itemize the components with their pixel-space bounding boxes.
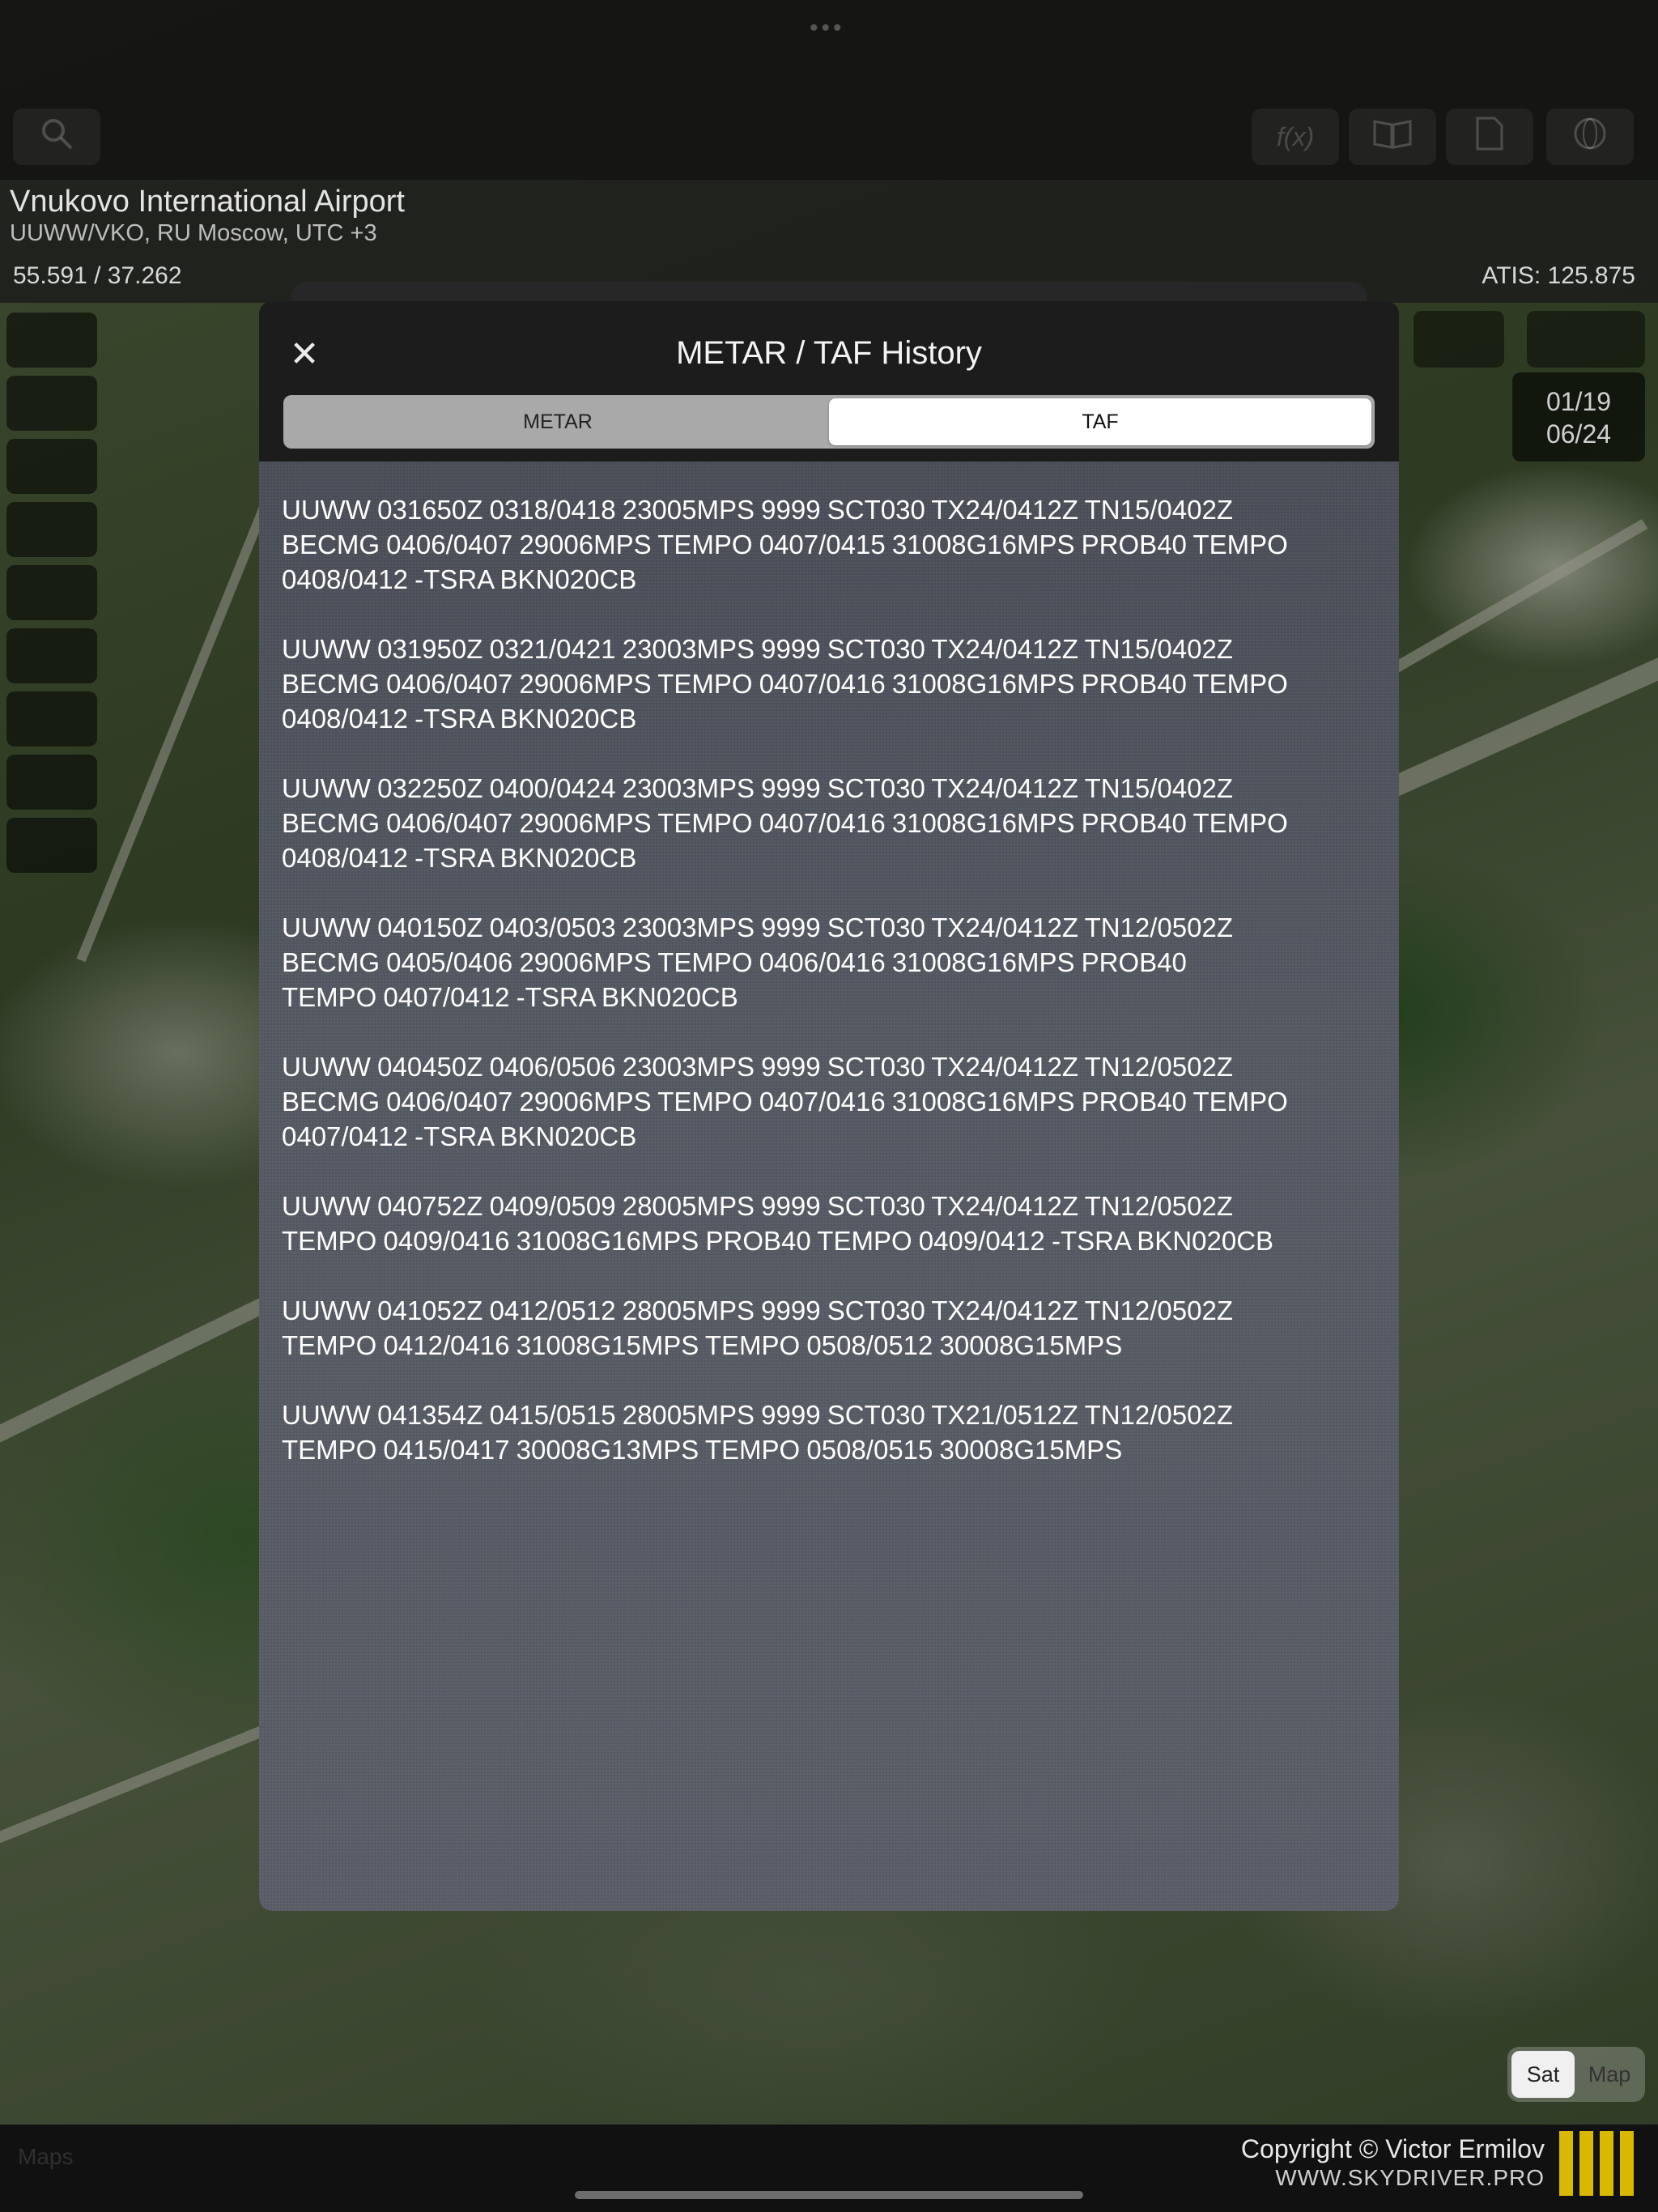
book-button[interactable] [1349, 108, 1436, 165]
taf-report: UUWW 031650Z 0318/0418 23005MPS 9999 SCT… [282, 495, 1288, 594]
document-button[interactable] [1446, 108, 1533, 165]
sat-option[interactable]: Sat [1511, 2051, 1575, 2098]
side-tool-button[interactable] [6, 691, 97, 747]
search-icon [39, 116, 74, 159]
date-effective: 01/19 [1545, 387, 1612, 416]
multitask-indicator[interactable]: ••• [810, 15, 845, 42]
globe-button[interactable] [1546, 108, 1634, 165]
logo-bar [1559, 2131, 1573, 2196]
taf-history-list[interactable]: UUWW 031650Z 0318/0418 23005MPS 9999 SCT… [259, 462, 1399, 1911]
taf-report: UUWW 041052Z 0412/0512 28005MPS 9999 SCT… [282, 1295, 1234, 1360]
copyright-text: Copyright © Victor Ermilov [1240, 2134, 1545, 2163]
search-button[interactable] [13, 108, 100, 165]
website-link[interactable]: WWW.SKYDRIVER.PRO [1275, 2165, 1545, 2191]
maps-logo: Maps [18, 2144, 74, 2169]
document-icon [1475, 116, 1504, 159]
atis-frequency: ATIS: 125.875 [1482, 262, 1635, 289]
date-expiry: 06/24 [1545, 419, 1612, 449]
airport-name: Vnukovo International Airport [10, 185, 405, 219]
function-icon: f(x) [1276, 121, 1315, 151]
tab-taf[interactable]: TAF [829, 398, 1371, 445]
taf-report: UUWW 040752Z 0409/0509 28005MPS 9999 SCT… [282, 1191, 1274, 1256]
taf-report: UUWW 031950Z 0321/0421 23003MPS 9999 SCT… [282, 634, 1288, 734]
dialog-title: METAR / TAF History [676, 335, 982, 371]
tab-metar[interactable]: METAR [287, 398, 829, 445]
side-tool-button[interactable] [6, 755, 97, 810]
coordinates: 55.591 / 37.262 [13, 262, 182, 289]
side-tool-button[interactable] [6, 376, 97, 431]
globe-icon [1572, 116, 1608, 159]
side-tool-button[interactable] [6, 628, 97, 683]
book-icon [1372, 117, 1413, 157]
taf-report: UUWW 032250Z 0400/0424 23003MPS 9999 SCT… [282, 773, 1288, 873]
side-tool-button[interactable] [6, 818, 97, 873]
home-indicator[interactable] [575, 2191, 1083, 2199]
taf-report: UUWW 040450Z 0406/0506 23003MPS 9999 SCT… [282, 1052, 1288, 1151]
logo-bar [1579, 2131, 1593, 2196]
logo-bar [1620, 2131, 1634, 2196]
map-control-button[interactable] [1414, 311, 1504, 368]
function-button[interactable]: f(x) [1252, 108, 1339, 165]
side-tool-button[interactable] [6, 439, 97, 494]
taxiway [1389, 518, 1648, 675]
side-tool-button[interactable] [6, 502, 97, 557]
map-control-button[interactable] [1527, 311, 1645, 368]
side-tool-button[interactable] [6, 313, 97, 368]
side-tool-button[interactable] [6, 565, 97, 620]
map-type-toggle[interactable]: Sat Map [1507, 2047, 1645, 2102]
skydriver-logo [1559, 2131, 1634, 2196]
taf-report: UUWW 040150Z 0403/0503 23003MPS 9999 SCT… [282, 912, 1234, 1012]
airport-subtitle: UUWW/VKO, RU Moscow, UTC +3 [10, 220, 377, 246]
map-option[interactable]: Map [1578, 2051, 1641, 2098]
dialog-header: ✕ METAR / TAF History METAR TAF [259, 301, 1399, 462]
metar-taf-history-dialog: ✕ METAR / TAF History METAR TAF UUWW 031… [259, 301, 1399, 1911]
logo-bar [1600, 2131, 1613, 2196]
chart-date-box: 01/19 06/24 [1512, 372, 1645, 462]
report-type-segmented-control[interactable]: METAR TAF [283, 395, 1375, 449]
taf-report: UUWW 041354Z 0415/0515 28005MPS 9999 SCT… [282, 1400, 1234, 1465]
